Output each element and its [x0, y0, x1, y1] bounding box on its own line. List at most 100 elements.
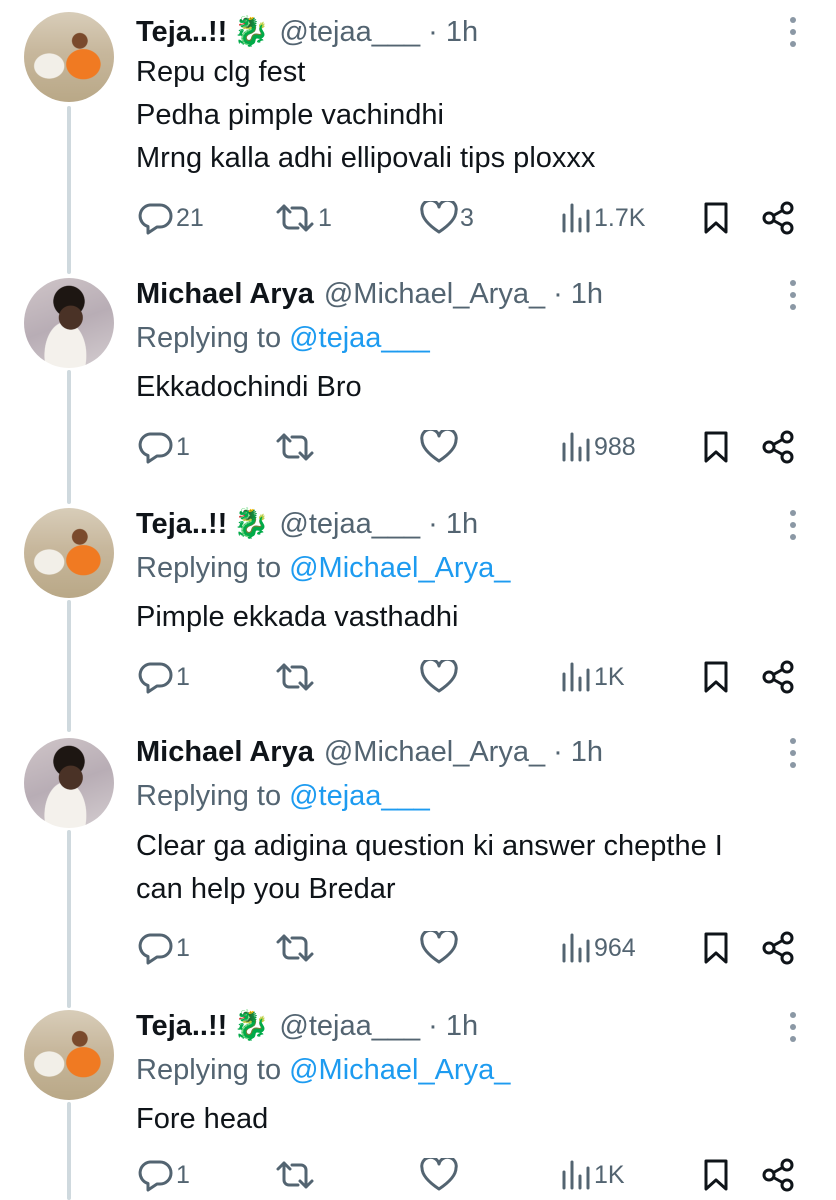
timestamp[interactable]: 1h — [571, 278, 603, 311]
repost-button[interactable] — [274, 427, 316, 467]
tweet[interactable]: Teja..!! 🐉 @tejaa___ · 1h Replying to @M… — [0, 500, 836, 730]
share-button[interactable] — [762, 928, 794, 968]
like-button[interactable] — [420, 928, 458, 968]
replying-to-label: Replying to — [136, 779, 282, 812]
tweet[interactable]: Teja..!! 🐉 @tejaa___ · 1h Replying to @M… — [0, 1002, 836, 1200]
mention-link[interactable]: @tejaa___ — [289, 780, 430, 813]
repost-button[interactable] — [274, 928, 316, 968]
avatar[interactable] — [24, 278, 114, 368]
tweet[interactable]: Michael Arya @Michael_Arya_ · 1h Replyin… — [0, 270, 836, 500]
author-name[interactable]: Michael Arya — [136, 278, 314, 311]
mention-link[interactable]: @Michael_Arya_ — [289, 552, 510, 585]
avatar[interactable] — [24, 738, 114, 828]
like-button[interactable] — [420, 657, 458, 697]
tweet[interactable]: Teja..!! 🐉 @tejaa___ · 1h Repu clg fest … — [0, 0, 836, 260]
reply-icon — [138, 1160, 173, 1192]
timestamp[interactable]: 1h — [446, 508, 478, 541]
bookmark-icon — [704, 1159, 728, 1191]
mention-link[interactable]: @Michael_Arya_ — [289, 1054, 510, 1087]
views-icon — [562, 662, 590, 692]
bookmark-icon — [704, 431, 728, 463]
more-icon[interactable] — [786, 17, 800, 47]
tweet-actions: 1 988 — [0, 427, 836, 467]
more-icon[interactable] — [786, 1012, 800, 1042]
share-button[interactable] — [762, 1155, 794, 1195]
avatar[interactable] — [24, 12, 114, 102]
repost-icon — [276, 1161, 314, 1189]
share-button[interactable] — [762, 427, 794, 467]
replying-to: Replying to @tejaa___ — [136, 776, 430, 816]
author-name[interactable]: Teja..!! — [136, 1010, 227, 1043]
reply-button[interactable]: 1 — [136, 657, 190, 697]
tweet-text-line: Clear ga adigina question ki answer chep… — [136, 830, 723, 862]
replying-to: Replying to @Michael_Arya_ — [136, 548, 510, 588]
replying-to: Replying to @Michael_Arya_ — [136, 1050, 510, 1090]
repost-icon — [276, 934, 314, 962]
like-icon — [420, 201, 458, 234]
timestamp[interactable]: 1h — [446, 16, 478, 49]
tweet-header: Michael Arya @Michael_Arya_ · 1h — [136, 732, 603, 772]
tweet-text-line: Pedha pimple vachindhi — [136, 99, 444, 131]
reply-button[interactable]: 1 — [136, 928, 190, 968]
views-button[interactable]: 964 — [560, 928, 636, 968]
more-icon[interactable] — [786, 510, 800, 540]
author-handle[interactable]: @tejaa___ — [279, 508, 420, 541]
avatar[interactable] — [24, 1010, 114, 1100]
bookmark-button[interactable] — [703, 198, 729, 238]
avatar[interactable] — [24, 508, 114, 598]
separator-dot: · — [553, 277, 563, 310]
share-button[interactable] — [762, 657, 794, 697]
reply-count: 1 — [176, 1160, 190, 1189]
author-name[interactable]: Michael Arya — [136, 736, 314, 769]
reply-button[interactable]: 1 — [136, 1155, 190, 1195]
tweet-header: Teja..!! 🐉 @tejaa___ · 1h — [136, 504, 478, 544]
repost-count: 1 — [318, 203, 332, 232]
views-button[interactable]: 1K — [560, 657, 625, 697]
views-icon — [562, 1160, 590, 1190]
reply-button[interactable]: 1 — [136, 427, 190, 467]
replying-to: Replying to @tejaa___ — [136, 318, 430, 358]
reply-icon — [138, 203, 173, 235]
like-icon — [420, 1158, 458, 1191]
dragon-emoji-icon: 🐉 — [233, 1010, 270, 1042]
share-button[interactable] — [762, 198, 794, 238]
repost-button[interactable]: 1 — [274, 198, 332, 238]
author-handle[interactable]: @tejaa___ — [279, 16, 420, 49]
tweet[interactable]: Michael Arya @Michael_Arya_ · 1h Replyin… — [0, 730, 836, 1002]
tweet-text: Ekkadochindi Bro — [136, 366, 826, 409]
bookmark-button[interactable] — [703, 657, 729, 697]
replying-to-label: Replying to — [136, 321, 282, 354]
repost-button[interactable] — [274, 1155, 316, 1195]
bookmark-button[interactable] — [703, 928, 729, 968]
reply-thread: Teja..!! 🐉 @tejaa___ · 1h Repu clg fest … — [0, 0, 836, 1200]
bookmark-button[interactable] — [703, 427, 729, 467]
like-count: 3 — [460, 203, 474, 232]
mention-link[interactable]: @tejaa___ — [289, 322, 430, 355]
repost-icon — [276, 663, 314, 691]
views-button[interactable]: 1K — [560, 1155, 625, 1195]
author-handle[interactable]: @Michael_Arya_ — [324, 736, 545, 769]
replying-to-label: Replying to — [136, 1053, 282, 1086]
more-icon[interactable] — [786, 738, 800, 768]
like-button[interactable] — [420, 427, 458, 467]
bookmark-button[interactable] — [703, 1155, 729, 1195]
author-handle[interactable]: @Michael_Arya_ — [324, 278, 545, 311]
like-button[interactable] — [420, 1155, 458, 1195]
view-count: 988 — [594, 432, 636, 461]
views-button[interactable]: 1.7K — [560, 198, 645, 238]
share-icon — [762, 931, 794, 965]
reply-button[interactable]: 21 — [136, 198, 204, 238]
author-handle[interactable]: @tejaa___ — [279, 1010, 420, 1043]
tweet-header: Michael Arya @Michael_Arya_ · 1h — [136, 274, 603, 314]
timestamp[interactable]: 1h — [571, 736, 603, 769]
views-button[interactable]: 988 — [560, 427, 636, 467]
timestamp[interactable]: 1h — [446, 1010, 478, 1043]
repost-icon — [276, 433, 314, 461]
author-name[interactable]: Teja..!! — [136, 508, 227, 541]
like-button[interactable]: 3 — [420, 198, 474, 238]
repost-button[interactable] — [274, 657, 316, 697]
author-name[interactable]: Teja..!! — [136, 16, 227, 49]
reply-count: 21 — [176, 203, 204, 232]
reply-icon — [138, 662, 173, 694]
more-icon[interactable] — [786, 280, 800, 310]
